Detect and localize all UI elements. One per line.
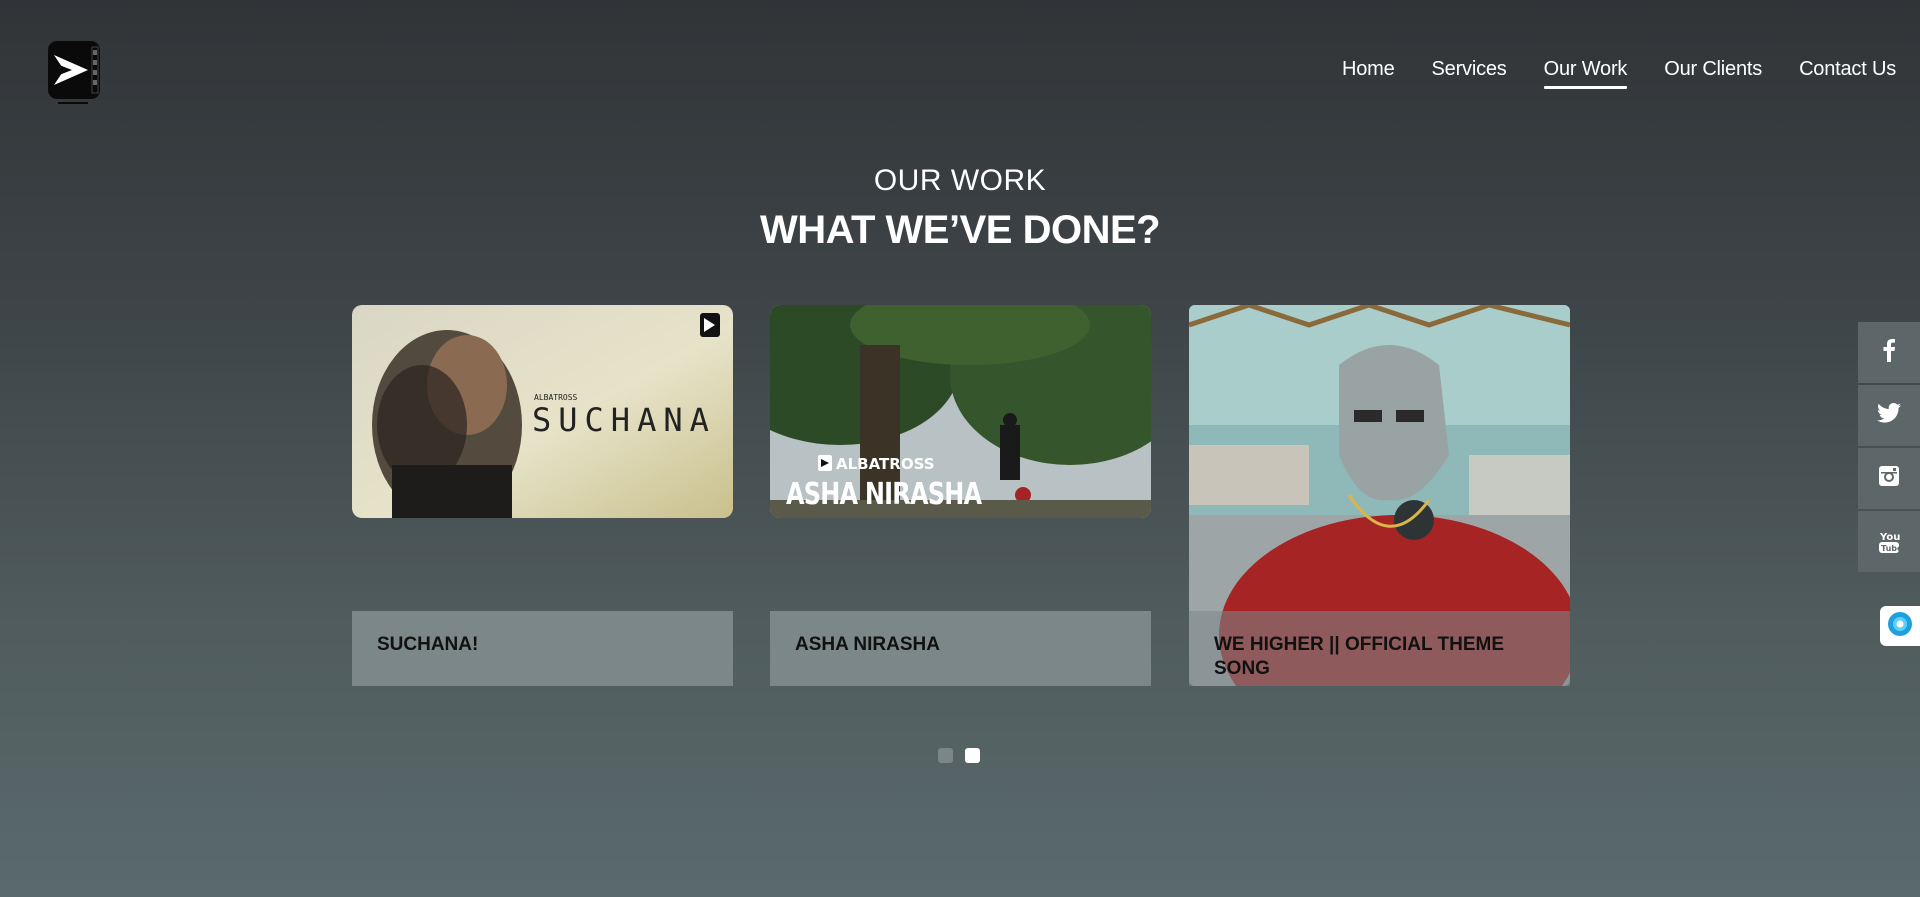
chat-widget-button[interactable] <box>1880 606 1920 646</box>
thumbnail-brand: ALBATROSS <box>534 393 578 402</box>
card-caption[interactable]: SUCHANA! <box>352 611 733 686</box>
section-kicker: OUR WORK <box>873 164 1047 197</box>
nav-our-work[interactable]: Our Work <box>1543 58 1627 89</box>
facebook-button[interactable] <box>1858 322 1920 383</box>
svg-text:Tube: Tube <box>1881 544 1900 553</box>
facebook-icon <box>1882 338 1896 368</box>
work-card-suchana[interactable]: SUCHANA ALBATROSS SUCHANA! <box>352 305 733 686</box>
svg-text:You: You <box>1879 532 1900 543</box>
twitter-button[interactable] <box>1858 385 1920 446</box>
main-nav: Home Services Our Work Our Clients Conta… <box>1305 58 1896 89</box>
youtube-icon: You Tube <box>1878 530 1900 554</box>
carousel-pagination <box>938 748 980 763</box>
thumbnail-brand: ALBATROSS <box>836 455 935 473</box>
nav-our-clients[interactable]: Our Clients <box>1664 58 1762 89</box>
thumbnail-title: SUCHANA <box>532 401 716 439</box>
card-caption[interactable]: WE HIGHER || OFFICIAL THEME SONG <box>1189 611 1570 686</box>
carousel-dot-1[interactable] <box>938 748 953 763</box>
carousel-dot-2[interactable] <box>965 748 980 763</box>
work-card-we-higher[interactable]: WE HIGHER || OFFICIAL THEME SONG <box>1189 305 1570 686</box>
video-thumbnail[interactable]: SUCHANA ALBATROSS <box>352 305 733 518</box>
twitter-icon <box>1877 402 1901 429</box>
work-card-asha-nirasha[interactable]: ASHA NIRASHA ALBATROSS ASHA NIRASHA <box>770 305 1151 686</box>
youtube-button[interactable]: You Tube <box>1858 511 1920 572</box>
thumbnail-title: ASHA NIRASHA <box>786 477 982 512</box>
section-heading: WHAT WE’VE DONE? <box>759 208 1161 252</box>
card-caption[interactable]: ASHA NIRASHA <box>770 611 1151 686</box>
instagram-icon <box>1878 465 1900 493</box>
nav-home[interactable]: Home <box>1342 58 1395 89</box>
social-sidebar: You Tube <box>1858 322 1920 574</box>
brand-logo[interactable] <box>48 41 102 107</box>
nav-services[interactable]: Services <box>1432 58 1507 89</box>
video-thumbnail[interactable]: ASHA NIRASHA ALBATROSS <box>770 305 1151 518</box>
chat-bubble-icon <box>1887 611 1913 642</box>
instagram-button[interactable] <box>1858 448 1920 509</box>
nav-contact-us[interactable]: Contact Us <box>1799 58 1896 89</box>
